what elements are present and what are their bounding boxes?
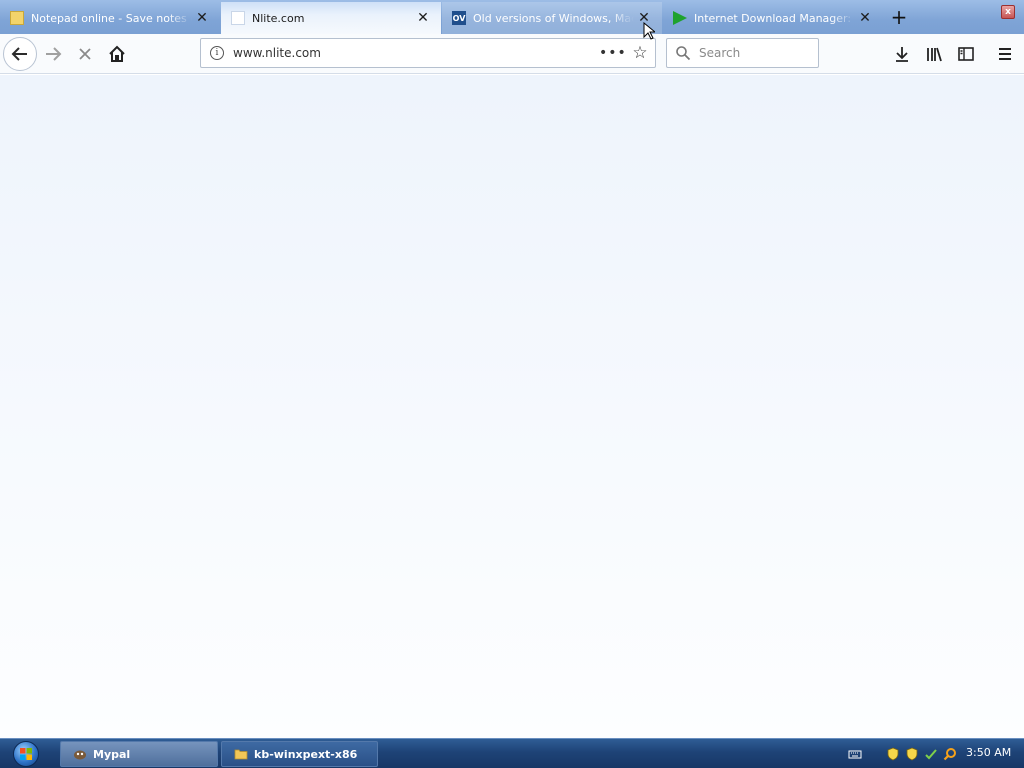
taskbar: Mypal kb-winxpext-x86 3:50 AM xyxy=(0,738,1024,768)
taskbar-clock[interactable]: 3:50 AM xyxy=(966,746,1011,759)
shield-icon[interactable] xyxy=(905,747,919,761)
hamburger-menu-icon xyxy=(999,48,1011,60)
home-button[interactable] xyxy=(104,41,130,67)
more-actions-icon[interactable]: ••• xyxy=(599,45,626,61)
download-arrow-icon xyxy=(896,47,908,62)
search-box[interactable] xyxy=(666,38,819,68)
notepad-icon xyxy=(10,11,24,25)
menu-button[interactable] xyxy=(993,42,1017,66)
tab-nlite[interactable]: Nlite.com ✕ xyxy=(221,2,441,34)
new-tab-button[interactable]: + xyxy=(885,4,913,30)
navigation-toolbar: i www.nlite.com ••• ☆ xyxy=(0,34,1024,74)
bookmark-star-icon[interactable]: ☆ xyxy=(629,43,651,63)
forward-button[interactable] xyxy=(40,41,66,67)
shield-icon[interactable] xyxy=(886,747,900,761)
keyboard-icon[interactable] xyxy=(848,747,862,761)
back-arrow-icon xyxy=(11,47,27,61)
close-icon[interactable]: ✕ xyxy=(855,8,875,28)
tab-title: Nlite.com xyxy=(252,11,305,25)
mypal-icon xyxy=(74,750,86,760)
blank-page-icon xyxy=(231,11,245,25)
close-icon[interactable]: ✕ xyxy=(413,8,433,28)
window-close-button[interactable]: x xyxy=(1001,5,1015,19)
tab-title: Old versions of Windows, Mac xyxy=(473,11,634,25)
windows-logo-icon xyxy=(13,741,39,767)
sidebar-icon xyxy=(958,47,974,61)
sidebar-button[interactable] xyxy=(954,42,978,66)
library-button[interactable] xyxy=(922,42,946,66)
tab-idm[interactable]: Internet Download Manager: \ ✕ xyxy=(663,2,883,34)
stop-icon xyxy=(79,48,91,60)
search-icon[interactable] xyxy=(943,747,957,761)
page-content-area[interactable] xyxy=(0,75,1024,738)
back-button[interactable] xyxy=(3,37,37,71)
downloads-button[interactable] xyxy=(890,42,914,66)
tab-strip: Notepad online - Save notes o ✕ Nlite.co… xyxy=(0,0,1024,34)
taskbar-item-label: Mypal xyxy=(93,747,131,761)
tab-notepad[interactable]: Notepad online - Save notes o ✕ xyxy=(0,2,220,34)
search-icon xyxy=(675,45,691,61)
home-icon xyxy=(109,45,125,62)
close-icon[interactable]: ✕ xyxy=(192,8,212,28)
network-icon[interactable] xyxy=(924,747,938,761)
tab-title: Notepad online - Save notes o xyxy=(31,11,192,25)
system-tray xyxy=(848,743,957,765)
idm-arrow-icon xyxy=(673,11,687,25)
tab-old-versions[interactable]: OV Old versions of Windows, Mac ✕ xyxy=(442,2,662,34)
stop-button[interactable] xyxy=(72,41,98,67)
search-input[interactable] xyxy=(699,46,809,60)
address-bar[interactable]: i www.nlite.com ••• ☆ xyxy=(200,38,656,68)
taskbar-item-kb-winxpext[interactable]: kb-winxpext-x86 xyxy=(221,741,378,767)
info-icon[interactable]: i xyxy=(210,46,224,60)
forward-arrow-icon xyxy=(46,47,62,61)
library-icon xyxy=(927,47,942,62)
mouse-cursor-icon xyxy=(643,22,655,40)
url-text[interactable]: www.nlite.com xyxy=(233,46,599,60)
taskbar-item-label: kb-winxpext-x86 xyxy=(254,747,358,761)
taskbar-item-mypal[interactable]: Mypal xyxy=(60,741,218,767)
ov-icon: OV xyxy=(452,11,466,25)
tab-title: Internet Download Manager: \ xyxy=(694,11,855,25)
folder-icon xyxy=(234,749,248,760)
start-button[interactable] xyxy=(8,740,44,768)
